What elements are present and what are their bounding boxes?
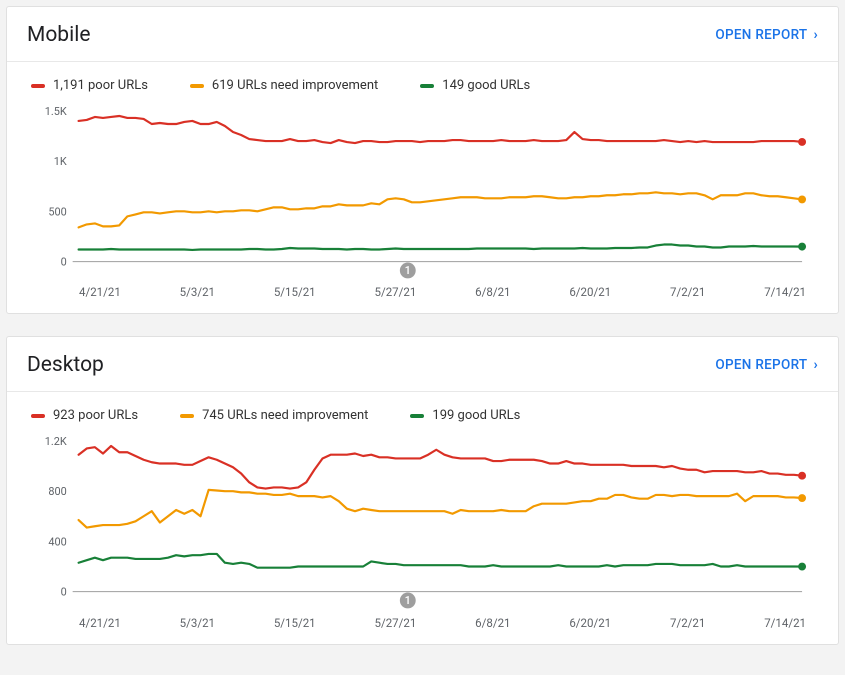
svg-text:1: 1 bbox=[405, 264, 411, 277]
chevron-right-icon: › bbox=[813, 357, 818, 373]
svg-text:1.2K: 1.2K bbox=[45, 435, 67, 448]
series-line bbox=[79, 490, 802, 528]
xaxis-tick-label: 7/14/21 bbox=[764, 616, 806, 630]
xaxis-tick-label: 6/8/21 bbox=[475, 285, 510, 299]
legend-label: 923 poor URLs bbox=[53, 408, 138, 423]
card-title: Desktop bbox=[27, 353, 104, 377]
card-mobile: Mobile OPEN REPORT › 1,191 poor URLs 619… bbox=[6, 6, 839, 314]
open-report-label: OPEN REPORT bbox=[715, 357, 807, 373]
legend-item-need: 619 URLs need improvement bbox=[190, 78, 378, 93]
card-desktop: Desktop OPEN REPORT › 923 poor URLs 745 … bbox=[6, 336, 839, 644]
xaxis-labels: 4/21/21 5/3/21 5/15/21 5/27/21 6/8/21 6/20/21… bbox=[31, 281, 814, 309]
xaxis-tick-label: 6/20/21 bbox=[569, 285, 611, 299]
chart-svg: 0 400 800 1.2K 1 bbox=[31, 433, 814, 611]
chart-area: 0 500 1K 1.5K 1 4/21/21 5/3/21 5/15/21 5/27/21 6… bbox=[7, 97, 838, 309]
svg-text:800: 800 bbox=[48, 485, 66, 498]
xaxis-tick-label: 5/3/21 bbox=[180, 285, 215, 299]
svg-text:500: 500 bbox=[48, 205, 66, 218]
svg-text:0: 0 bbox=[61, 586, 67, 599]
legend-swatch-red bbox=[31, 84, 45, 88]
series-endpoint-dot bbox=[798, 494, 806, 502]
series-line bbox=[79, 192, 802, 227]
legend: 1,191 poor URLs 619 URLs need improvemen… bbox=[7, 62, 838, 97]
open-report-label: OPEN REPORT bbox=[715, 27, 807, 43]
legend-item-good: 149 good URLs bbox=[420, 78, 530, 93]
legend-label: 199 good URLs bbox=[432, 408, 520, 423]
legend-swatch-green bbox=[410, 414, 424, 418]
legend-item-poor: 923 poor URLs bbox=[31, 408, 138, 423]
xaxis-tick-label: 5/15/21 bbox=[274, 285, 316, 299]
chart-svg: 0 500 1K 1.5K 1 bbox=[31, 103, 814, 281]
xaxis-tick-label: 5/27/21 bbox=[375, 616, 417, 630]
xaxis-tick-label: 5/3/21 bbox=[180, 616, 215, 630]
legend-item-good: 199 good URLs bbox=[410, 408, 520, 423]
series-line bbox=[79, 116, 802, 143]
series-endpoint-dot bbox=[798, 563, 806, 571]
xaxis-tick-label: 7/14/21 bbox=[764, 285, 806, 299]
svg-text:1K: 1K bbox=[54, 155, 67, 168]
legend-item-need: 745 URLs need improvement bbox=[180, 408, 368, 423]
series-endpoint-dot bbox=[798, 195, 806, 203]
xaxis-tick-label: 7/2/21 bbox=[670, 285, 705, 299]
xaxis-tick-label: 5/15/21 bbox=[274, 616, 316, 630]
legend-label: 1,191 poor URLs bbox=[53, 78, 148, 93]
legend-swatch-green bbox=[420, 84, 434, 88]
open-report-link[interactable]: OPEN REPORT › bbox=[715, 27, 818, 43]
svg-text:400: 400 bbox=[48, 536, 66, 549]
xaxis-tick-label: 6/20/21 bbox=[569, 616, 611, 630]
card-header: Mobile OPEN REPORT › bbox=[7, 7, 838, 61]
xaxis-tick-label: 4/21/21 bbox=[79, 285, 121, 299]
open-report-link[interactable]: OPEN REPORT › bbox=[715, 357, 818, 373]
chevron-right-icon: › bbox=[813, 27, 818, 43]
legend-label: 619 URLs need improvement bbox=[212, 78, 378, 93]
xaxis-tick-label: 7/2/21 bbox=[670, 616, 705, 630]
legend-swatch-amber bbox=[180, 414, 194, 418]
series-endpoint-dot bbox=[798, 243, 806, 251]
legend-swatch-red bbox=[31, 414, 45, 418]
legend: 923 poor URLs 745 URLs need improvement … bbox=[7, 392, 838, 427]
series-endpoint-dot bbox=[798, 138, 806, 146]
svg-text:1: 1 bbox=[405, 594, 411, 607]
series-endpoint-dot bbox=[798, 472, 806, 480]
series-line bbox=[79, 554, 802, 568]
legend-swatch-amber bbox=[190, 84, 204, 88]
xaxis-tick-label: 4/21/21 bbox=[79, 616, 121, 630]
legend-item-poor: 1,191 poor URLs bbox=[31, 78, 148, 93]
xaxis-tick-label: 5/27/21 bbox=[375, 285, 417, 299]
svg-text:0: 0 bbox=[61, 256, 67, 269]
legend-label: 149 good URLs bbox=[442, 78, 530, 93]
chart-area: 0 400 800 1.2K 1 4/21/21 5/3/21 5/15/21 5/27/21… bbox=[7, 427, 838, 639]
series-line bbox=[79, 446, 802, 489]
card-title: Mobile bbox=[27, 23, 90, 47]
legend-label: 745 URLs need improvement bbox=[202, 408, 368, 423]
svg-text:1.5K: 1.5K bbox=[45, 105, 67, 118]
xaxis-tick-label: 6/8/21 bbox=[475, 616, 510, 630]
series-line bbox=[79, 245, 802, 250]
xaxis-labels: 4/21/21 5/3/21 5/15/21 5/27/21 6/8/21 6/20/21… bbox=[31, 612, 814, 640]
card-header: Desktop OPEN REPORT › bbox=[7, 337, 838, 391]
